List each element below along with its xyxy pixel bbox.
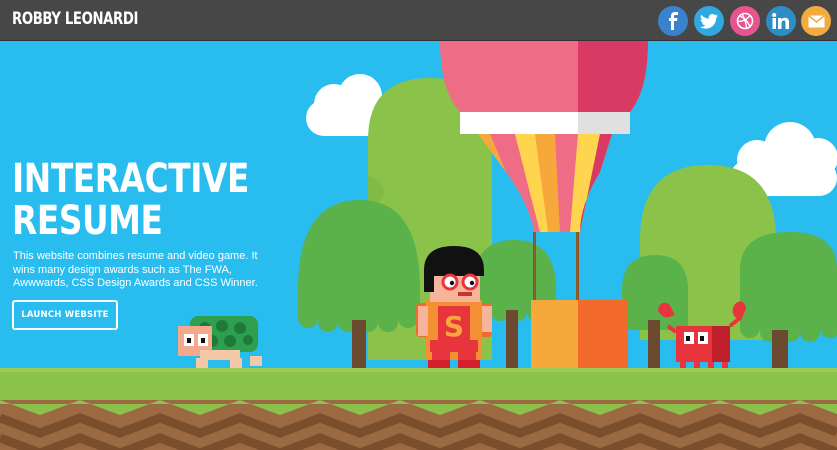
- hero-title-line: RESUME: [12, 198, 163, 244]
- hero-description: This website combines resume and video g…: [13, 250, 258, 289]
- facebook-icon[interactable]: [658, 6, 688, 36]
- dribbble-icon[interactable]: [730, 6, 760, 36]
- twitter-icon[interactable]: [694, 6, 724, 36]
- linkedin-icon[interactable]: [766, 6, 796, 36]
- hero-character: S: [416, 246, 492, 368]
- site-brand[interactable]: ROBBY LEONARDI: [12, 9, 138, 29]
- hero-title: INTERACTIVE RESUME: [12, 156, 250, 244]
- top-bar: ROBBY LEONARDI: [0, 0, 837, 41]
- launch-website-button[interactable]: LAUNCH WEBSITE: [12, 300, 118, 330]
- scene-illustration: S: [0, 41, 837, 450]
- hero-title-line: INTERACTIVE: [12, 156, 250, 202]
- mail-icon[interactable]: [801, 6, 831, 36]
- svg-text:S: S: [444, 310, 464, 343]
- grass-strip: [0, 368, 837, 402]
- game-scene: S INTERACTIVE RESUME This website combin…: [0, 41, 837, 450]
